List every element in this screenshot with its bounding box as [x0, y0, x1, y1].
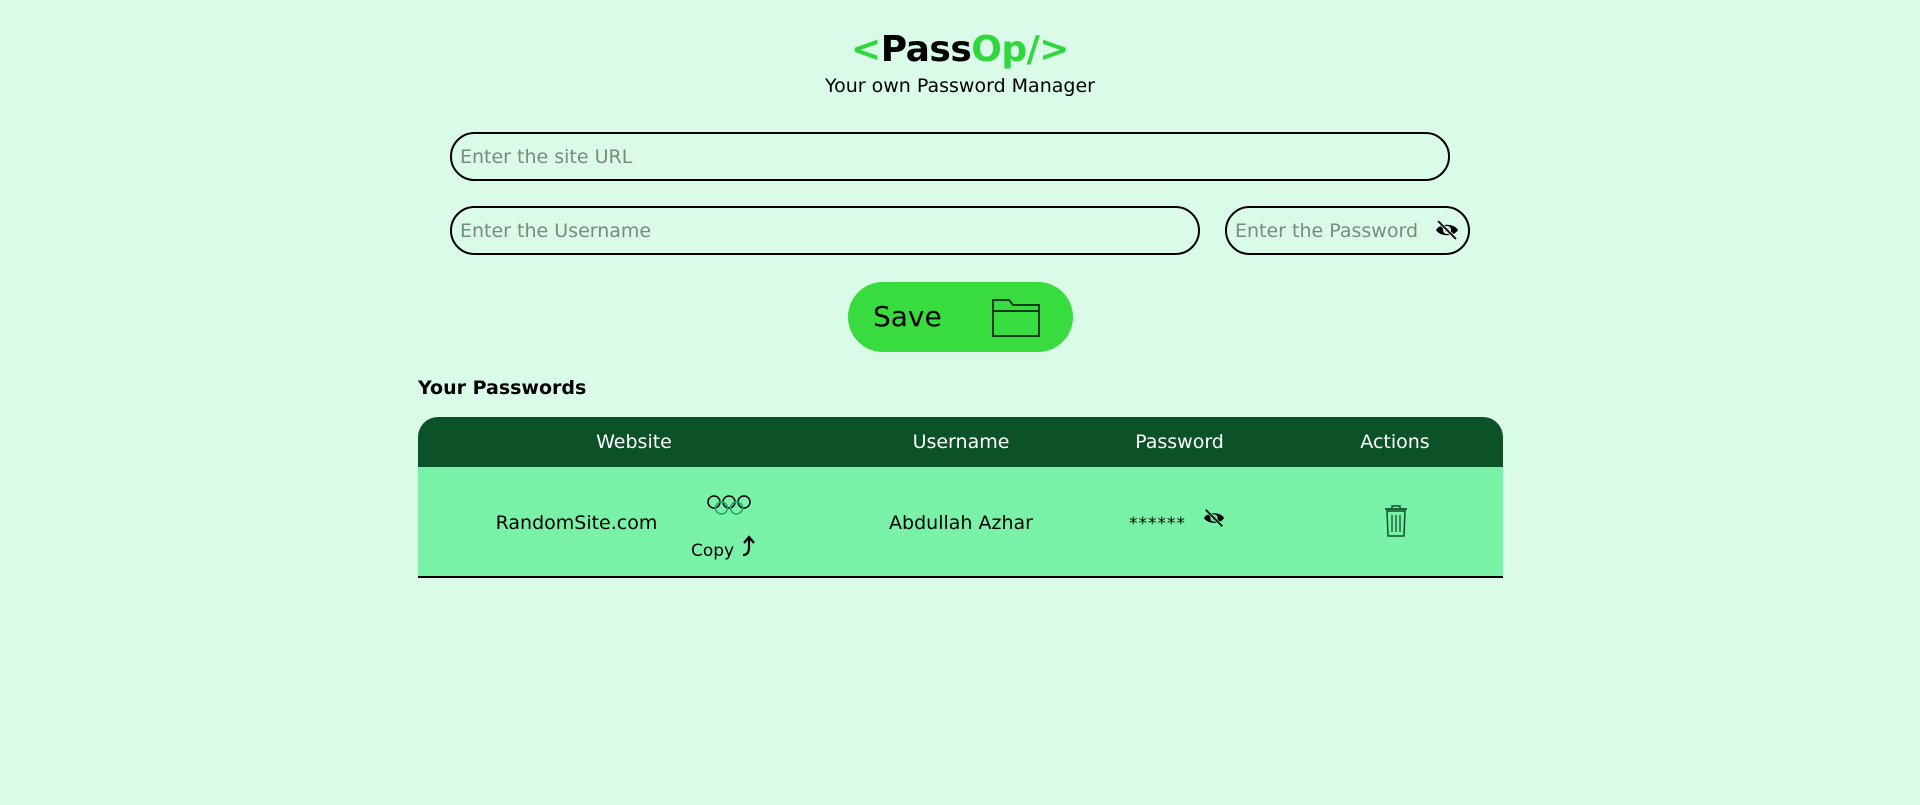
username-input[interactable] [450, 206, 1200, 255]
site-url-input[interactable] [450, 132, 1450, 181]
column-header-actions: Actions [1360, 431, 1430, 453]
row-website: RandomSite.com [495, 512, 658, 534]
password-field-wrapper [1225, 206, 1470, 255]
column-header-password: Password [1135, 431, 1224, 453]
folder-icon [992, 299, 1040, 337]
logo-close-bracket: > [1039, 29, 1069, 70]
table-header: Website Username Password Actions [418, 417, 1503, 467]
passwords-heading: Your Passwords [418, 377, 587, 399]
column-header-username: Username [912, 431, 1010, 453]
tagline: Your own Password Manager [825, 75, 1095, 97]
eye-off-icon[interactable] [1202, 507, 1226, 529]
column-header-website: Website [596, 431, 672, 453]
arrow-up-icon[interactable] [740, 535, 756, 557]
logo-pass: Pass [880, 29, 972, 70]
table-row: RandomSite.com Copy Abdullah Azhar *****… [418, 467, 1503, 578]
logo-open-bracket: < [851, 29, 881, 70]
row-username: Abdullah Azhar [889, 512, 1033, 534]
app-logo: <PassOp/> [0, 26, 1920, 74]
save-button-label: Save [873, 300, 942, 333]
passwords-table: Website Username Password Actions Random… [418, 417, 1503, 580]
copy-button[interactable]: Copy [691, 540, 734, 562]
trash-icon[interactable] [1381, 504, 1411, 538]
row-password: ****** [1129, 514, 1186, 534]
save-button[interactable]: Save [848, 282, 1073, 352]
logo-op: Op/ [971, 29, 1040, 70]
copy-icon[interactable] [705, 494, 753, 518]
eye-off-icon[interactable] [1434, 218, 1460, 242]
